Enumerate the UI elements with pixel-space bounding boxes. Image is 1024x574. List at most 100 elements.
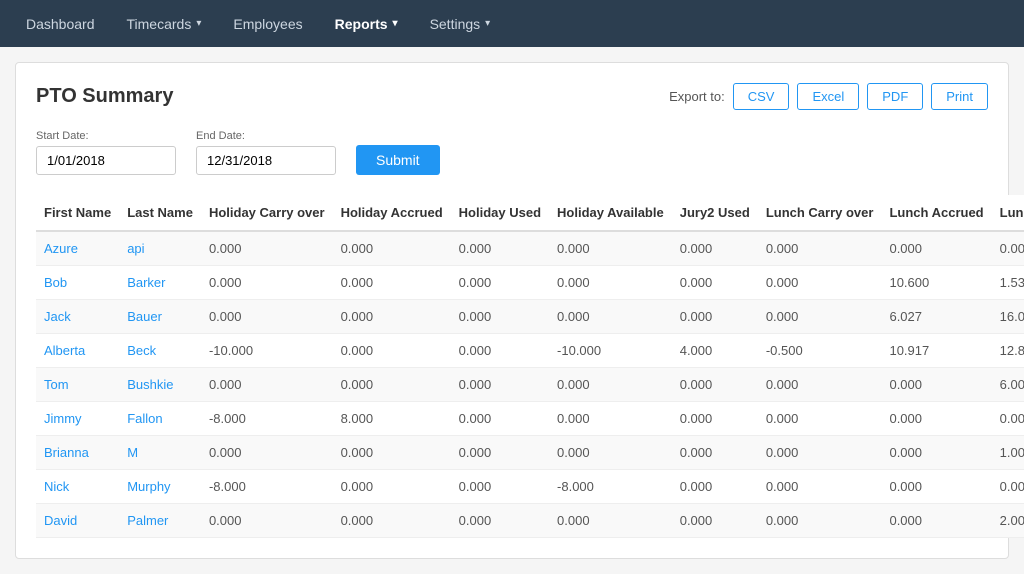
cell-value: 0.000	[333, 300, 451, 334]
export-csv-button[interactable]: CSV	[733, 83, 790, 110]
export-excel-button[interactable]: Excel	[797, 83, 859, 110]
cell-first-name[interactable]: Brianna	[36, 436, 119, 470]
cell-value: 0.000	[549, 504, 672, 538]
cell-value: 0.000	[333, 231, 451, 266]
nav-employees[interactable]: Employees	[217, 0, 318, 47]
filter-row: Start Date: End Date: Submit	[36, 130, 988, 175]
cell-value: 0.000	[881, 402, 991, 436]
export-pdf-button[interactable]: PDF	[867, 83, 923, 110]
table-row: AlbertaBeck-10.0000.0000.000-10.0004.000…	[36, 334, 1024, 368]
col-jury2-used: Jury2 Used	[672, 195, 758, 231]
nav-dashboard[interactable]: Dashboard	[10, 0, 111, 47]
nav-timecards[interactable]: Timecards ▾	[111, 0, 218, 47]
cell-last-name[interactable]: Fallon	[119, 402, 201, 436]
cell-first-name[interactable]: Jimmy	[36, 402, 119, 436]
cell-value: 0.000	[758, 266, 882, 300]
cell-value: -0.500	[758, 334, 882, 368]
cell-value: 0.000	[451, 266, 549, 300]
cell-last-name[interactable]: M	[119, 436, 201, 470]
timecards-chevron-icon: ▾	[196, 18, 201, 29]
cell-last-name[interactable]: Beck	[119, 334, 201, 368]
cell-value: 0.000	[881, 504, 991, 538]
cell-value: 0.000	[201, 436, 333, 470]
submit-button[interactable]: Submit	[356, 145, 440, 175]
cell-value: 0.000	[758, 368, 882, 402]
cell-value: 0.000	[672, 470, 758, 504]
cell-value: 0.000	[549, 266, 672, 300]
cell-last-name[interactable]: api	[119, 231, 201, 266]
cell-first-name[interactable]: Nick	[36, 470, 119, 504]
cell-first-name[interactable]: Bob	[36, 266, 119, 300]
header-row: PTO Summary Export to: CSV Excel PDF Pri…	[36, 83, 988, 110]
cell-value: 0.000	[758, 402, 882, 436]
col-holiday-used: Holiday Used	[451, 195, 549, 231]
cell-value: 0.000	[881, 436, 991, 470]
cell-value: 0.000	[992, 470, 1024, 504]
cell-value: 0.000	[758, 504, 882, 538]
cell-last-name[interactable]: Palmer	[119, 504, 201, 538]
export-label: Export to:	[669, 89, 725, 104]
cell-first-name[interactable]: David	[36, 504, 119, 538]
nav-reports[interactable]: Reports ▾	[319, 0, 414, 47]
cell-value: -8.000	[201, 470, 333, 504]
cell-last-name[interactable]: Murphy	[119, 470, 201, 504]
col-lunch-accrued: Lunch Accrued	[881, 195, 991, 231]
table-row: NickMurphy-8.0000.0000.000-8.0000.0000.0…	[36, 470, 1024, 504]
start-date-label: Start Date:	[36, 130, 176, 142]
cell-value: 0.000	[201, 300, 333, 334]
cell-value: 0.000	[451, 504, 549, 538]
nav-settings-label: Settings	[430, 16, 481, 32]
cell-last-name[interactable]: Barker	[119, 266, 201, 300]
table-row: TomBushkie0.0000.0000.0000.0000.0000.000…	[36, 368, 1024, 402]
cell-value: 0.000	[881, 368, 991, 402]
cell-value: 10.917	[881, 334, 991, 368]
cell-value: 0.000	[333, 504, 451, 538]
col-last-name: Last Name	[119, 195, 201, 231]
cell-value: 0.000	[758, 300, 882, 334]
page-title: PTO Summary	[36, 85, 173, 108]
nav-settings[interactable]: Settings ▾	[414, 0, 507, 47]
nav-employees-label: Employees	[233, 16, 302, 32]
cell-first-name[interactable]: Azure	[36, 231, 119, 266]
cell-value: 0.000	[333, 266, 451, 300]
cell-value: 0.000	[758, 231, 882, 266]
cell-value: 0.000	[672, 504, 758, 538]
cell-first-name[interactable]: Tom	[36, 368, 119, 402]
cell-value: 0.000	[672, 300, 758, 334]
cell-value: 10.600	[881, 266, 991, 300]
cell-value: 0.000	[672, 231, 758, 266]
export-print-button[interactable]: Print	[931, 83, 988, 110]
table-header-row: First Name Last Name Holiday Carry over …	[36, 195, 1024, 231]
cell-value: 0.000	[333, 334, 451, 368]
table-row: BobBarker0.0000.0000.0000.0000.0000.0001…	[36, 266, 1024, 300]
main-nav: Dashboard Timecards ▾ Employees Reports …	[0, 0, 1024, 47]
cell-value: 0.000	[333, 436, 451, 470]
cell-first-name[interactable]: Alberta	[36, 334, 119, 368]
table-row: BriannaM0.0000.0000.0000.0000.0000.0000.…	[36, 436, 1024, 470]
nav-dashboard-label: Dashboard	[26, 16, 95, 32]
start-date-input[interactable]	[36, 146, 176, 175]
cell-value: 0.000	[451, 470, 549, 504]
col-first-name: First Name	[36, 195, 119, 231]
table-row: Azureapi0.0000.0000.0000.0000.0000.0000.…	[36, 231, 1024, 266]
cell-value: -10.000	[201, 334, 333, 368]
table-row: JackBauer0.0000.0000.0000.0000.0000.0006…	[36, 300, 1024, 334]
end-date-group: End Date:	[196, 130, 336, 175]
cell-value: 0.000	[451, 334, 549, 368]
cell-last-name[interactable]: Bauer	[119, 300, 201, 334]
cell-value: 0.000	[758, 436, 882, 470]
cell-first-name[interactable]: Jack	[36, 300, 119, 334]
cell-value: 1.534	[992, 266, 1024, 300]
cell-value: 0.000	[672, 402, 758, 436]
settings-chevron-icon: ▾	[485, 18, 490, 29]
cell-value: 0.000	[549, 231, 672, 266]
cell-last-name[interactable]: Bushkie	[119, 368, 201, 402]
end-date-input[interactable]	[196, 146, 336, 175]
cell-value: 0.000	[549, 436, 672, 470]
pto-table: First Name Last Name Holiday Carry over …	[36, 195, 1024, 538]
col-lunch-carry-over: Lunch Carry over	[758, 195, 882, 231]
cell-value: 8.000	[333, 402, 451, 436]
table-row: JimmyFallon-8.0008.0000.0000.0000.0000.0…	[36, 402, 1024, 436]
cell-value: 6.027	[881, 300, 991, 334]
cell-value: 0.000	[201, 368, 333, 402]
